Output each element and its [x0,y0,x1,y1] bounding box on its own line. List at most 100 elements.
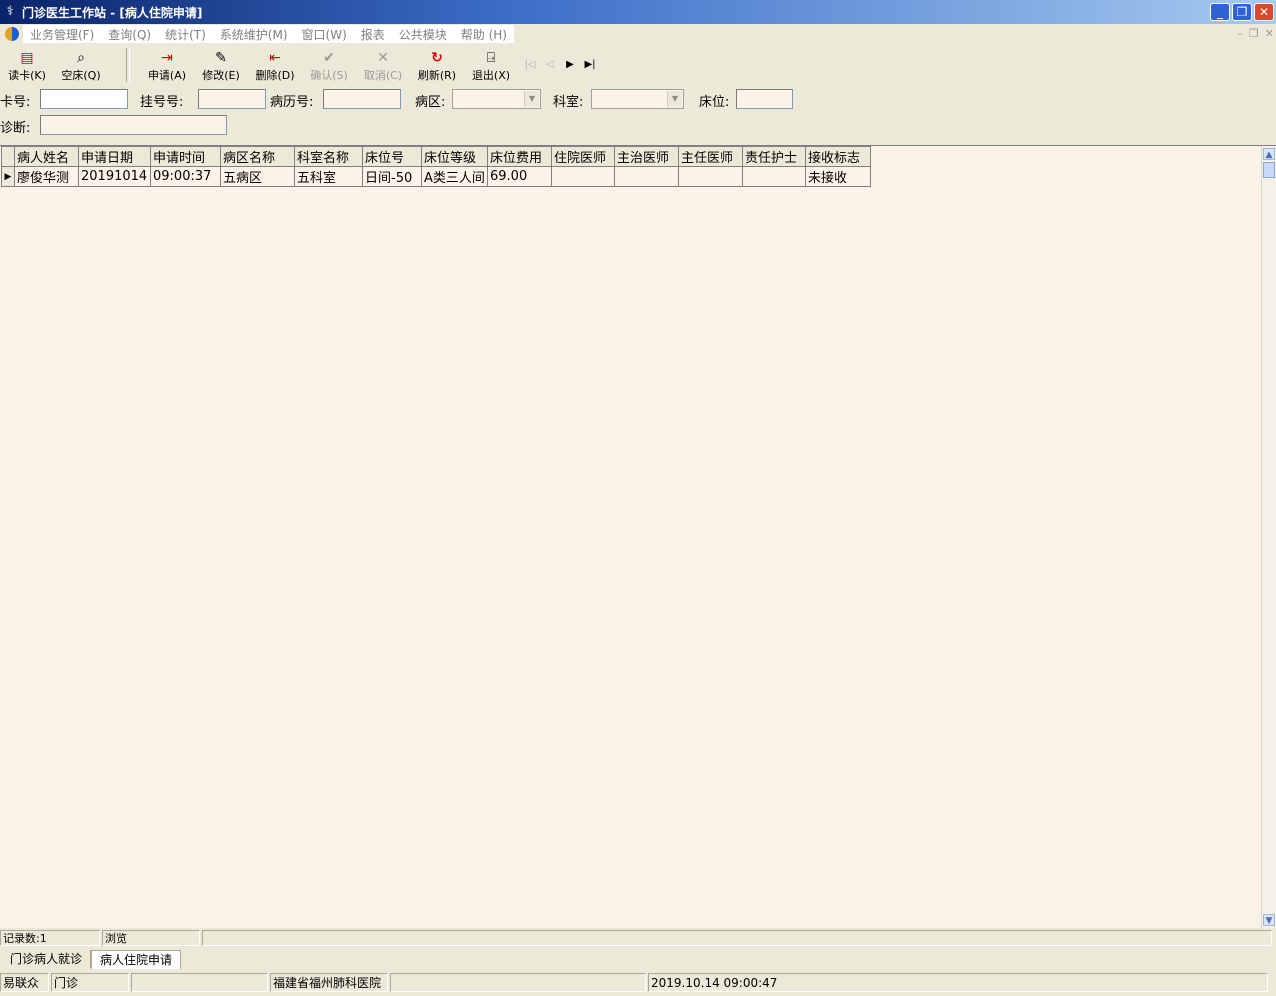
empty-bed-label: 空床(Q) [61,69,101,82]
menu-help[interactable]: 帮助 (H) [454,26,514,43]
registration-number-label: 挂号号: [140,95,184,110]
status-spacer [390,973,646,992]
exit-door-icon: ⍈ [486,50,496,66]
empty-bed-button[interactable]: ⌕ 空床(Q) [54,45,108,85]
add-row-icon: ⇥ [161,50,173,66]
table-cell[interactable] [551,166,615,187]
app-logo-icon [5,27,19,41]
tab-outpatient-visit[interactable]: 门诊病人就诊 [2,950,92,968]
column-header[interactable]: 病人姓名 [14,146,79,167]
medical-record-label: 病历号: [270,95,314,110]
ward-select[interactable]: ▼ [452,89,541,109]
minimize-button[interactable]: _ [1210,3,1230,21]
chevron-down-icon[interactable]: ▼ [524,91,539,107]
current-department: 门诊 [51,973,129,992]
record-navigator: |◁ ◁ ▶ ▶| [522,45,598,70]
department-label: 科室: [553,95,584,110]
close-button[interactable]: ✕ [1254,3,1274,21]
cancel-label: 取消(C) [363,69,403,82]
bed-label: 床位: [699,95,730,110]
column-header[interactable]: 接收标志 [805,146,871,167]
checkmark-icon: ✔ [323,50,335,66]
table-cell[interactable] [678,166,743,187]
column-header[interactable]: 申请日期 [78,146,151,167]
bed-input[interactable] [736,89,793,109]
next-record-icon[interactable]: ▶ [562,59,578,70]
last-record-icon[interactable]: ▶| [582,59,598,70]
menu-report[interactable]: 报表 [354,26,392,43]
column-header[interactable]: 主任医师 [678,146,743,167]
column-header[interactable]: 科室名称 [294,146,363,167]
read-card-button[interactable]: ▤ 读卡(K) [0,45,54,85]
current-user: 易联众 [0,973,49,992]
column-header[interactable]: 床位等级 [421,146,488,167]
prev-record-icon[interactable]: ◁ [542,59,558,70]
table-cell[interactable]: 五科室 [294,166,363,187]
table-cell[interactable]: 未接收 [805,166,871,187]
first-record-icon[interactable]: |◁ [522,59,538,70]
column-header[interactable]: 主治医师 [614,146,679,167]
chevron-down-icon[interactable]: ▼ [667,91,682,107]
current-datetime: 2019.10.14 09:00:47 [648,973,1268,992]
tab-inpatient-application[interactable]: 病人住院申请 [91,950,182,969]
scroll-down-icon[interactable]: ▼ [1263,914,1275,926]
menu-query[interactable]: 查询(Q) [101,26,158,43]
table-cell[interactable]: A类三人间 [421,166,488,187]
window-tabs: 门诊病人就诊 病人住院申请 [0,950,1276,970]
menu-window[interactable]: 窗口(W) [295,26,354,43]
table-cell[interactable]: 日间-50 [362,166,422,187]
table-cell[interactable]: 廖俊华测 [14,166,79,187]
refresh-button[interactable]: ↻ 刷新(R) [410,45,464,85]
grid-status-bar: 记录数:1 浏览 [0,930,1276,948]
vertical-scrollbar[interactable]: ▲ ▼ [1261,146,1276,928]
menu-items: 业务管理(F) 查询(Q) 统计(T) 系统维护(M) 窗口(W) 报表 公共模… [23,25,514,43]
registration-number-input[interactable] [198,89,266,109]
table-row[interactable]: ▶ 廖俊华测 20191014 09:00:37 五病区 五科室 日间-50 A… [1,166,871,187]
delete-label: 删除(D) [255,69,295,82]
scroll-up-icon[interactable]: ▲ [1263,148,1275,160]
department-select[interactable]: ▼ [591,89,684,109]
scroll-thumb[interactable] [1263,162,1275,178]
delete-button[interactable]: ⇤ 删除(D) [248,45,302,85]
modify-button[interactable]: ✎ 修改(E) [194,45,248,85]
cancel-button[interactable]: ✕ 取消(C) [356,45,410,85]
current-row-icon[interactable]: ▶ [1,166,15,187]
mdi-restore-icon[interactable]: ❐ [1249,27,1259,40]
refresh-label: 刷新(R) [417,69,457,82]
menu-bar: 业务管理(F) 查询(Q) 统计(T) 系统维护(M) 窗口(W) 报表 公共模… [0,24,1276,44]
table-cell[interactable] [614,166,679,187]
refresh-icon: ↻ [431,50,443,66]
menu-statistics[interactable]: 统计(T) [158,26,213,43]
caduceus-icon[interactable]: ⚕ [2,4,18,20]
table-cell[interactable]: 20191014 [78,166,151,187]
column-header[interactable]: 住院医师 [551,146,615,167]
read-card-label: 读卡(K) [8,69,46,82]
table-cell[interactable] [742,166,806,187]
column-header[interactable]: 床位费用 [487,146,552,167]
app-status-bar: 易联众 门诊 福建省福州肺科医院 2019.10.14 09:00:47 [0,973,1276,994]
title-bar: ⚕ 门诊医生工作站 - [病人住院申请] _ ❐ ✕ [0,0,1276,24]
menu-business[interactable]: 业务管理(F) [23,26,101,43]
menu-system[interactable]: 系统维护(M) [213,26,295,43]
table-cell[interactable]: 五病区 [220,166,295,187]
window-title: 门诊医生工作站 - [病人住院申请] [22,6,203,20]
exit-button[interactable]: ⍈ 退出(X) [464,45,518,85]
restore-button[interactable]: ❐ [1232,3,1252,21]
diagnosis-input[interactable] [40,115,227,135]
column-header[interactable]: 责任护士 [742,146,806,167]
confirm-button[interactable]: ✔ 确认(S) [302,45,356,85]
table-cell[interactable]: 09:00:37 [150,166,221,187]
mdi-minimize-icon[interactable]: – [1237,27,1243,40]
apply-button[interactable]: ⇥ 申请(A) [140,45,194,85]
card-reader-icon: ▤ [20,50,34,66]
medical-record-input[interactable] [323,89,401,109]
column-header[interactable]: 病区名称 [220,146,295,167]
column-header[interactable]: 申请时间 [150,146,221,167]
card-number-input[interactable] [40,89,128,109]
table-cell[interactable]: 69.00 [487,166,552,187]
menu-public[interactable]: 公共模块 [392,26,454,43]
filter-panel: 卡号: 挂号号: 病历号: 病区: ▼ 科室: ▼ 床位: 诊断: [0,86,1276,142]
mdi-close-icon[interactable]: ✕ [1265,27,1274,40]
diagnosis-label: 诊断: [0,121,31,136]
column-header[interactable]: 床位号 [362,146,422,167]
